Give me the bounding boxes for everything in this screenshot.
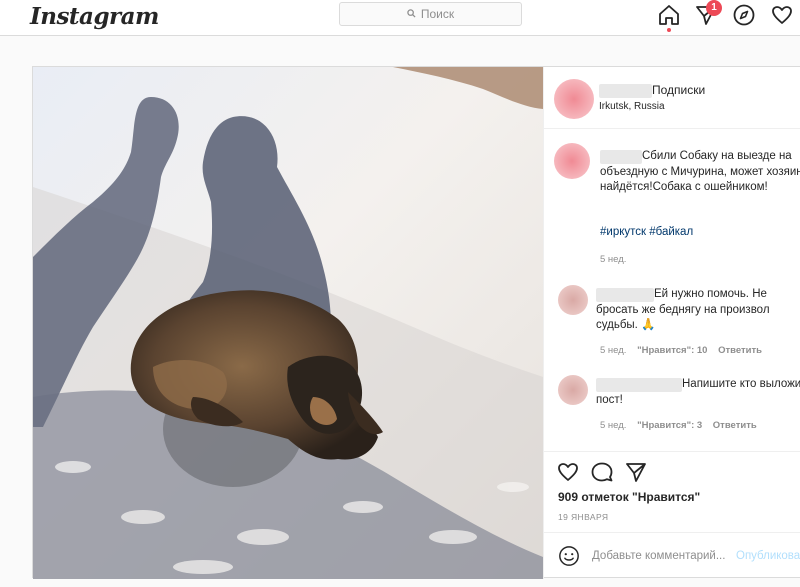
post-actions: 909 отметок "Нравится" 19 ЯНВАРЯ Добавьт…: [544, 451, 800, 579]
comment-text: Напишите кто выложил пост!: [596, 378, 800, 406]
comment-icon[interactable]: [590, 460, 614, 484]
comment-time[interactable]: 5 нед.: [600, 420, 626, 431]
caption-text: Сбили Собаку на выезде на объездную с Ми…: [600, 150, 800, 193]
comment-meta: 5 нед. "Нравится": 10 Ответить: [600, 345, 770, 356]
home-icon[interactable]: [657, 3, 681, 27]
comment-likes[interactable]: "Нравится": 3: [637, 420, 702, 431]
caption-avatar[interactable]: [554, 143, 590, 179]
reply-button[interactable]: Ответить: [713, 420, 757, 431]
emoji-icon[interactable]: [558, 545, 580, 567]
following-label[interactable]: Подписки: [652, 83, 705, 97]
share-icon[interactable]: [624, 460, 648, 484]
comment-text: Ей нужно помочь. Не бросать же беднягу н…: [596, 288, 770, 331]
nav-icons: [0, 3, 800, 31]
author-avatar[interactable]: [554, 79, 594, 119]
explore-icon[interactable]: [732, 3, 756, 27]
active-indicator: [667, 28, 671, 32]
notification-badge: 1: [706, 0, 722, 16]
author-username-blurred: [599, 84, 652, 98]
like-heart-icon[interactable]: [556, 460, 580, 484]
commenter-avatar[interactable]: [558, 375, 588, 405]
post-sidebar: Подписки Irkutsk, Russia Сбили Собаку на…: [543, 67, 800, 579]
likes-count[interactable]: 909 отметок "Нравится": [558, 490, 700, 504]
reply-button[interactable]: Ответить: [718, 345, 762, 356]
post-caption: Сбили Собаку на выезде на объездную с Ми…: [544, 129, 800, 269]
post-card: Подписки Irkutsk, Russia Сбили Собаку на…: [32, 66, 800, 579]
comment-likes[interactable]: "Нравится": 10: [637, 345, 707, 356]
location-link[interactable]: Irkutsk, Russia: [599, 101, 665, 112]
comment-input[interactable]: Добавьте комментарий...: [592, 550, 725, 562]
top-navbar: Instagram Поиск 1: [0, 0, 800, 36]
post-photo[interactable]: [33, 67, 543, 579]
bookmark-icon[interactable]: [796, 460, 800, 484]
commenter-avatar[interactable]: [558, 285, 588, 315]
caption-timestamp[interactable]: 5 нед.: [600, 254, 626, 265]
publish-button[interactable]: Опубликовать: [736, 550, 800, 562]
heart-icon[interactable]: [770, 3, 794, 27]
add-comment-bar: Добавьте комментарий... Опубликовать: [544, 532, 800, 580]
hashtags[interactable]: #иркутск #байкал: [600, 226, 693, 238]
comment-time[interactable]: 5 нед.: [600, 345, 626, 356]
comment-meta: 5 нед. "Нравится": 3 Ответить: [600, 420, 765, 431]
post-date[interactable]: 19 ЯНВАРЯ: [558, 512, 608, 522]
post-header: Подписки Irkutsk, Russia: [544, 67, 800, 129]
